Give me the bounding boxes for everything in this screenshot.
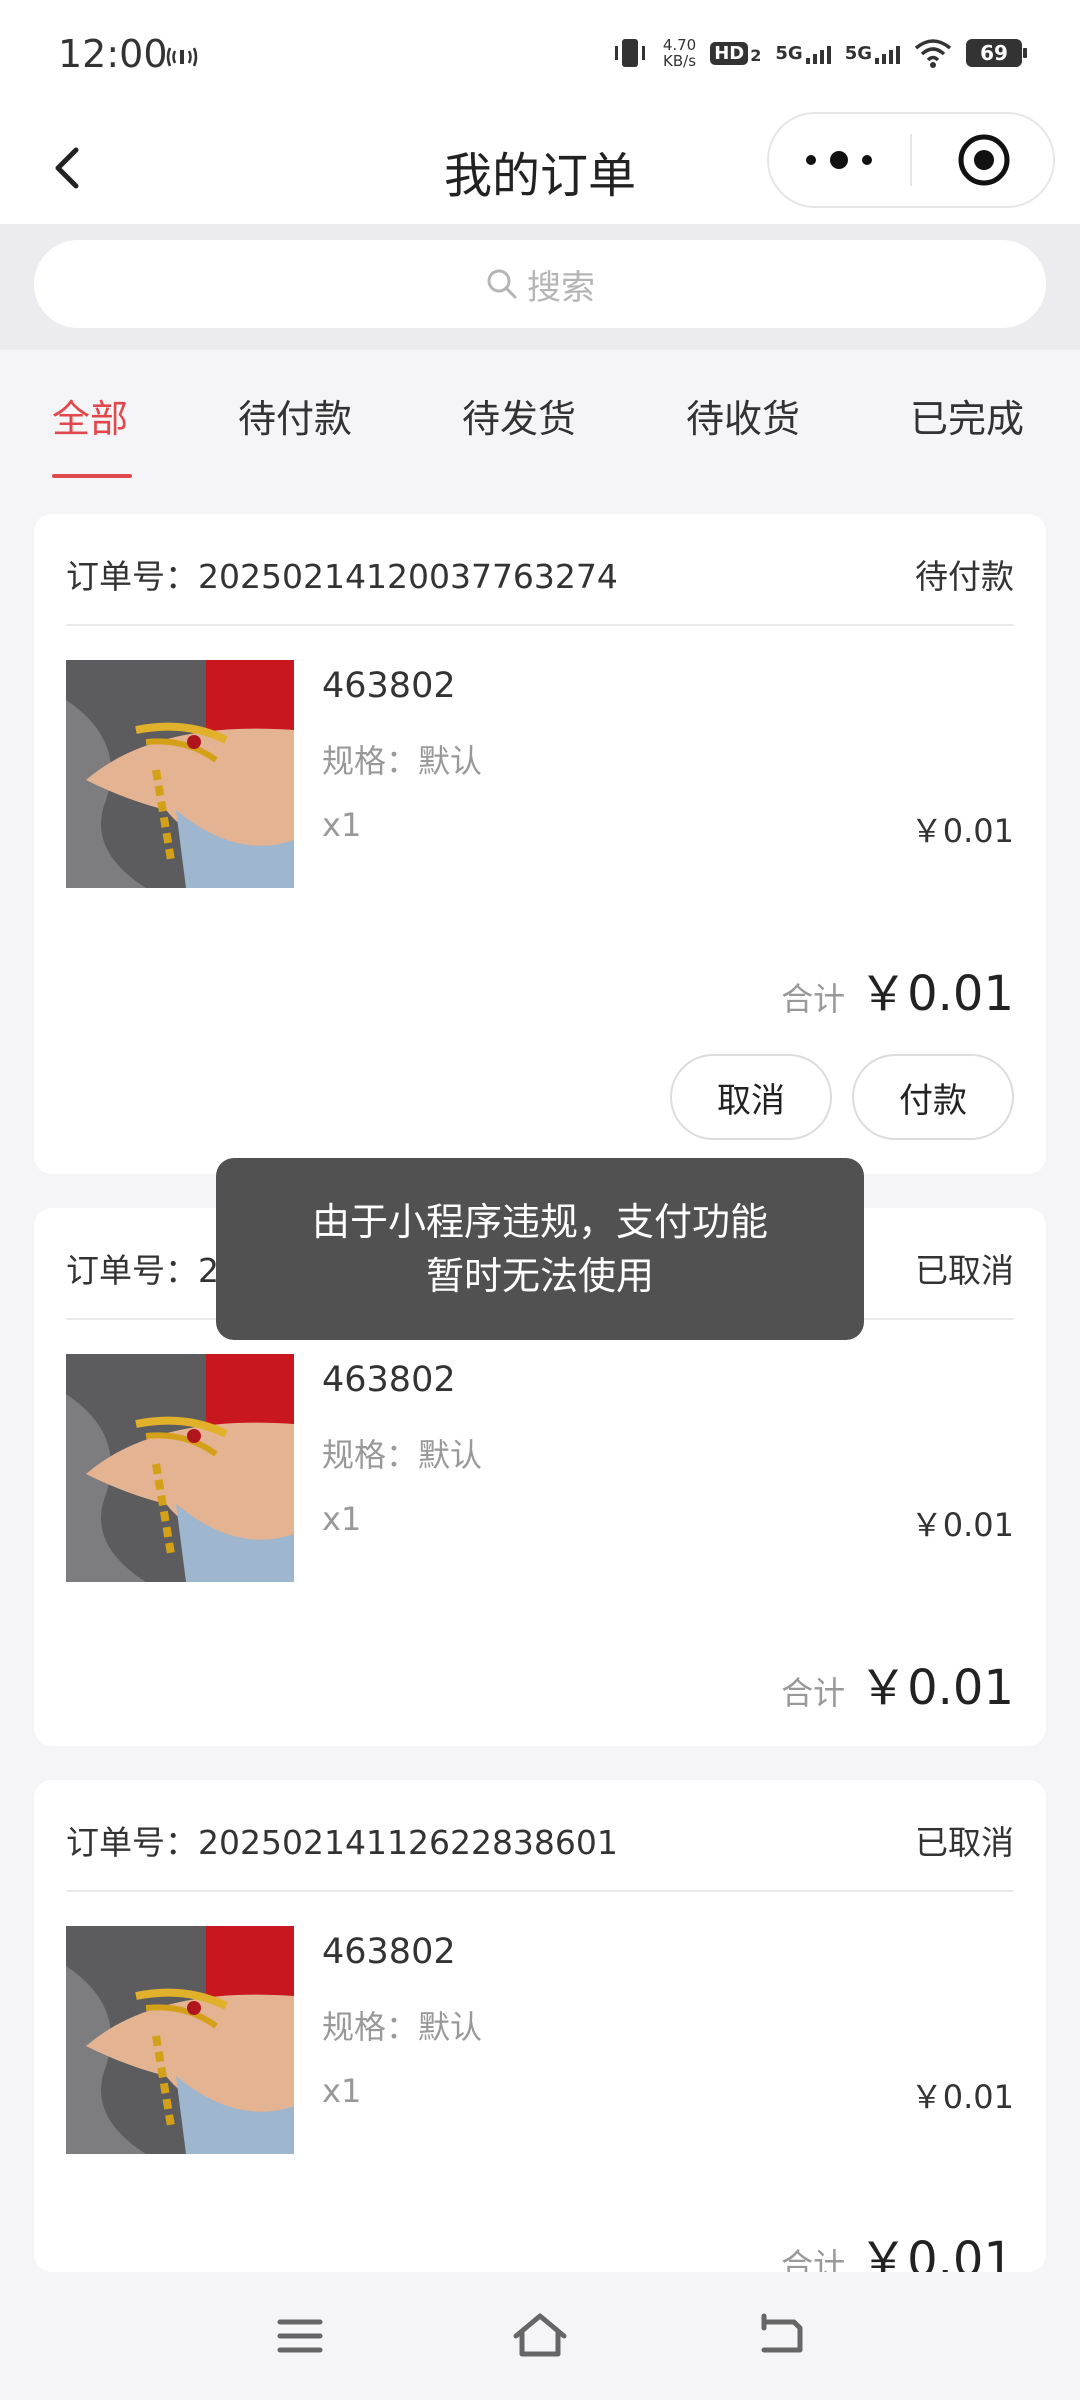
product-thumbnail[interactable] xyxy=(66,1354,294,1582)
search-placeholder: 搜索 xyxy=(527,267,595,308)
signal-1: 5G xyxy=(775,42,831,64)
bracelet-photo-icon xyxy=(66,660,294,888)
order-no-value: 20250214120037763274 xyxy=(198,557,618,596)
order-header: 订单号：20250214112622838601 已取消 xyxy=(66,1780,1014,1892)
target-close-icon xyxy=(958,134,1009,186)
product-name: 463802 xyxy=(322,1932,456,1972)
bracelet-photo-icon xyxy=(66,1354,294,1582)
order-total: 合计 ￥0.01 xyxy=(781,1648,1014,1718)
signal-2: 5G xyxy=(845,43,900,64)
toast-line-1: 由于小程序违规，支付功能 xyxy=(311,1200,768,1244)
tab-pending-payment[interactable]: 待付款 xyxy=(238,388,352,443)
back-return-icon[interactable] xyxy=(750,2306,810,2366)
product-quantity: x1 xyxy=(322,2072,362,2110)
net-speed: 4.70 KB/s xyxy=(663,37,696,69)
product-spec: 规格：默认 xyxy=(322,1436,483,1474)
tab-pending-receipt[interactable]: 待收货 xyxy=(686,388,800,443)
nfc-signal-icon xyxy=(166,47,198,67)
search-icon xyxy=(487,269,517,299)
search-input[interactable]: 搜索 xyxy=(34,240,1046,328)
product-price: ￥0.01 xyxy=(910,812,1014,850)
menu-icon[interactable] xyxy=(270,2306,330,2366)
signal-2-label: 5G xyxy=(844,42,872,64)
system-navigation-bar xyxy=(0,2272,1080,2400)
order-no-label: 订单号： xyxy=(66,1823,198,1862)
product-price: ￥0.01 xyxy=(910,2078,1014,2116)
product-spec: 规格：默认 xyxy=(322,2008,483,2046)
toast-line-2: 暂时无法使用 xyxy=(425,1254,654,1298)
order-no-value: 20250214112622838601 xyxy=(198,1823,618,1862)
signal-bars-icon xyxy=(875,44,900,64)
more-dots-icon-center xyxy=(829,151,848,169)
order-total: 合计 ￥0.01 xyxy=(781,954,1014,1024)
total-amount: ￥0.01 xyxy=(859,966,1014,1022)
net-speed-value: 4.70 xyxy=(662,36,697,54)
battery-icon: 69 xyxy=(966,39,1027,67)
more-dots-icon xyxy=(805,155,816,165)
product-price: ￥0.01 xyxy=(910,1506,1014,1544)
signal-1-label: 5G xyxy=(775,42,803,64)
mini-program-capsule xyxy=(767,112,1055,208)
pay-button[interactable]: 付款 xyxy=(852,1054,1014,1140)
order-no-label: 订单号： xyxy=(66,557,198,596)
product-quantity: x1 xyxy=(322,806,362,844)
total-amount: ￥0.01 xyxy=(859,1660,1014,1716)
cancel-order-button[interactable]: 取消 xyxy=(670,1054,832,1140)
payment-unavailable-toast: 由于小程序违规，支付功能 暂时无法使用 xyxy=(216,1158,864,1340)
vibrate-icon xyxy=(614,39,645,67)
tab-completed[interactable]: 已完成 xyxy=(910,388,1024,443)
order-number: 订单号：2 xyxy=(66,1244,219,1292)
order-status: 待付款 xyxy=(915,557,1014,596)
tab-pending-shipment[interactable]: 待发货 xyxy=(462,388,576,443)
order-card[interactable]: 订单号：20250214112622838601 已取消 463802 规格：默… xyxy=(34,1780,1046,2288)
order-status: 已取消 xyxy=(915,1823,1014,1862)
order-number: 订单号：20250214120037763274 xyxy=(66,550,618,598)
wifi-icon xyxy=(914,39,952,68)
order-tabs: 全部 待付款 待发货 待收货 已完成 xyxy=(0,350,1080,478)
bracelet-photo-icon xyxy=(66,1926,294,2154)
signal-bars-icon xyxy=(805,44,831,64)
product-name: 463802 xyxy=(322,1360,456,1400)
active-tab-indicator xyxy=(52,474,132,478)
hd-badge: HD xyxy=(710,41,749,65)
product-spec: 规格：默认 xyxy=(322,742,483,780)
close-mini-program-button[interactable] xyxy=(912,112,1055,208)
order-card[interactable]: 订单号：20250214120037763274 待付款 463802 规格：默… xyxy=(34,514,1046,1174)
home-icon[interactable] xyxy=(510,2306,570,2366)
total-label: 合计 xyxy=(781,980,846,1018)
order-number: 订单号：20250214112622838601 xyxy=(66,1816,618,1864)
product-quantity: x1 xyxy=(322,1500,362,1538)
order-no-label: 订单号： xyxy=(66,1251,198,1290)
status-time: 12:00 xyxy=(58,32,168,76)
net-speed-unit: KB/s xyxy=(663,52,697,70)
search-area: 搜索 xyxy=(0,224,1080,350)
product-name: 463802 xyxy=(322,666,456,706)
status-bar: 12:00 4.70 KB/s HD 2 5G 5G 69 xyxy=(0,0,1080,112)
total-label: 合计 xyxy=(781,1674,846,1712)
tab-all[interactable]: 全部 xyxy=(52,388,128,443)
hd-sub: 2 xyxy=(750,45,762,65)
order-header: 订单号：20250214120037763274 待付款 xyxy=(66,514,1014,626)
hd-indicator: HD 2 xyxy=(710,41,762,65)
more-dots-icon-right xyxy=(861,155,872,165)
more-button[interactable] xyxy=(767,112,910,208)
product-thumbnail[interactable] xyxy=(66,660,294,888)
order-status: 已取消 xyxy=(915,1251,1014,1290)
status-icons: 4.70 KB/s HD 2 5G 5G 69 xyxy=(611,36,1027,70)
product-thumbnail[interactable] xyxy=(66,1926,294,2154)
